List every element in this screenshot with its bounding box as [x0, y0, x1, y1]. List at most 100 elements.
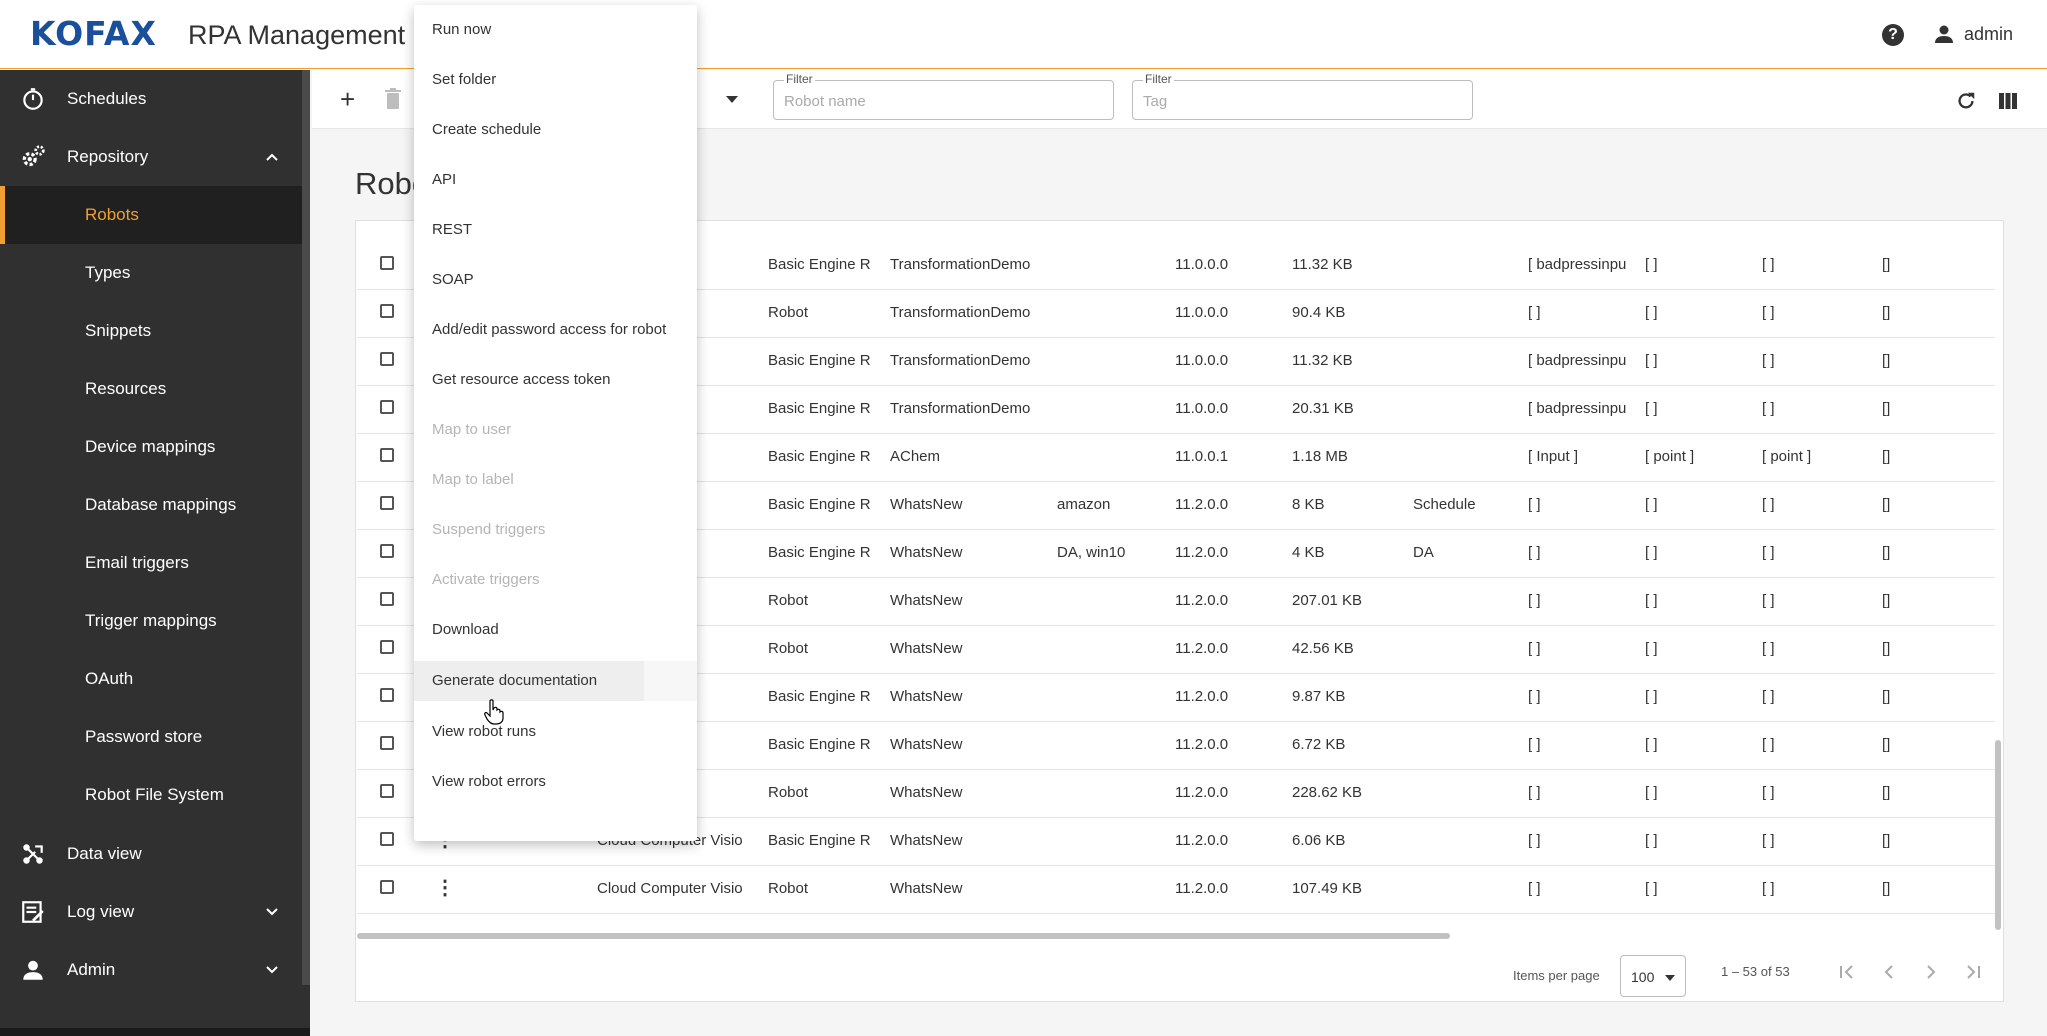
first-page-icon[interactable]	[1835, 960, 1859, 984]
sidebar-item-types[interactable]: Types	[0, 244, 302, 302]
filter-placeholder: Tag	[1143, 93, 1168, 110]
menu-item-rest[interactable]: REST	[414, 210, 697, 250]
menu-item-get-resource-access-token[interactable]: Get resource access token	[414, 360, 697, 400]
user-icon[interactable]	[1932, 22, 1956, 46]
sidebar-item-label: Email triggers	[85, 553, 189, 572]
sidebar-item-email-triggers[interactable]: Email triggers	[0, 534, 302, 592]
chevron-up-icon[interactable]	[263, 148, 281, 166]
row-checkbox[interactable]	[380, 448, 394, 462]
menu-item-generate-documentation[interactable]: Generate documentation	[414, 661, 697, 701]
robot-type-cell: Basic Engine R	[768, 832, 871, 849]
delete-icon[interactable]	[384, 88, 402, 110]
robot-type-cell: Basic Engine R	[768, 256, 871, 273]
row-checkbox[interactable]	[380, 784, 394, 798]
row-checkbox[interactable]	[380, 400, 394, 414]
row-checkbox[interactable]	[380, 352, 394, 366]
menu-item-api[interactable]: API	[414, 160, 697, 200]
size-cell: 228.62 KB	[1292, 784, 1363, 801]
sidebar-item-resources[interactable]: Resources	[0, 360, 302, 418]
horizontal-scroll-thumb[interactable]	[357, 933, 1450, 939]
size-cell: 90.4 KB	[1292, 304, 1346, 321]
row-checkbox[interactable]	[380, 592, 394, 606]
sidebar-item-label: Trigger mappings	[85, 611, 217, 630]
sidebar-item-data-view[interactable]: Data view	[0, 825, 302, 883]
menu-item-download[interactable]: Download	[414, 610, 697, 650]
menu-item-label: Generate documentation	[432, 672, 598, 689]
last-page-icon[interactable]	[1961, 960, 1985, 984]
project-cell: TransformationDemo	[890, 400, 1031, 417]
sidebar-item-snippets[interactable]: Snippets	[0, 302, 302, 360]
inputs-cell: [ badpressinpu	[1528, 352, 1627, 369]
table-row[interactable]: ⋮ Cloud Computer Visio Robot WhatsNew 11.2.0…	[357, 865, 1995, 914]
sidebar-item-oauth[interactable]: OAuth	[0, 650, 302, 708]
menu-item-create-schedule[interactable]: Create schedule	[414, 110, 697, 150]
app-header: KOFAX RPA Management C ? admin	[0, 0, 2047, 69]
tag-filter[interactable]: Filter Tag	[1132, 72, 1473, 120]
row-checkbox[interactable]	[380, 256, 394, 270]
sidebar-item-label: Types	[85, 263, 131, 282]
sidebar-item-device-mappings[interactable]: Device mappings	[0, 418, 302, 476]
row-checkbox[interactable]	[380, 496, 394, 510]
add-button[interactable]: +	[340, 86, 355, 112]
row-checkbox[interactable]	[380, 640, 394, 654]
sidebar-scrollbar[interactable]	[302, 70, 310, 985]
project-cell: WhatsNew	[890, 592, 963, 609]
taskbar-strip	[0, 1028, 310, 1036]
sidebar-item-robot-file-system[interactable]: Robot File System	[0, 766, 302, 824]
sidebar-item-database-mappings[interactable]: Database mappings	[0, 476, 302, 534]
outputs-cell: [ ]	[1645, 544, 1658, 561]
items-per-page-label: Items per page	[1513, 968, 1600, 983]
user-name[interactable]: admin	[1964, 24, 2013, 45]
extra-cell: []	[1882, 592, 1891, 609]
size-cell: 207.01 KB	[1292, 592, 1363, 609]
page-size-select[interactable]: 100	[1620, 955, 1686, 997]
previous-page-icon[interactable]	[1877, 960, 1901, 984]
project-cell: WhatsNew	[890, 544, 963, 561]
row-checkbox[interactable]	[380, 880, 394, 894]
columns-icon[interactable]	[1998, 91, 2018, 111]
outputs-cell: [ ]	[1645, 352, 1658, 369]
menu-item-add-edit-password-access-for-robot[interactable]: Add/edit password access for robot	[414, 310, 697, 350]
vertical-scroll-thumb[interactable]	[1995, 740, 2001, 930]
menu-item-run-now[interactable]: Run now	[414, 10, 697, 50]
outputs-cell: [ ]	[1645, 640, 1658, 657]
folder-dropdown-caret[interactable]	[726, 96, 738, 103]
next-page-icon[interactable]	[1919, 960, 1943, 984]
sidebar-item-schedules[interactable]: Schedules	[0, 70, 302, 128]
sidebar-item-log-view[interactable]: Log view	[0, 883, 302, 941]
outputs-cell: [ ]	[1645, 400, 1658, 417]
row-checkbox[interactable]	[380, 832, 394, 846]
inputs-cell: [ ]	[1528, 544, 1541, 561]
chevron-down-icon[interactable]	[263, 961, 281, 979]
sidebar-item-label: Password store	[85, 727, 203, 746]
robot-name-filter[interactable]: Filter Robot name	[773, 72, 1114, 120]
sidebar-item-label: Snippets	[85, 321, 152, 340]
menu-item-label: REST	[432, 221, 473, 238]
errors-cell: [ ]	[1762, 880, 1775, 897]
menu-item-view-robot-runs[interactable]: View robot runs	[414, 712, 697, 752]
help-icon[interactable]: ?	[1882, 24, 1904, 46]
row-checkbox[interactable]	[380, 544, 394, 558]
more-vert-icon[interactable]: ⋮	[435, 878, 455, 898]
sidebar-item-repository[interactable]: Repository	[0, 128, 302, 186]
menu-item-set-folder[interactable]: Set folder	[414, 60, 697, 100]
inputs-cell: [ ]	[1528, 496, 1541, 513]
sidebar-item-trigger-mappings[interactable]: Trigger mappings	[0, 592, 302, 650]
tags-cell: amazon	[1057, 496, 1111, 513]
chevron-down-icon[interactable]	[263, 903, 281, 921]
row-checkbox[interactable]	[380, 304, 394, 318]
errors-cell: [ ]	[1762, 304, 1775, 321]
inputs-cell: [ badpressinpu	[1528, 256, 1627, 273]
sidebar-item-password-store[interactable]: Password store	[0, 708, 302, 766]
sidebar-item-admin[interactable]: Admin	[0, 941, 302, 999]
row-checkbox[interactable]	[380, 688, 394, 702]
menu-item-soap[interactable]: SOAP	[414, 260, 697, 300]
refresh-icon[interactable]	[1955, 90, 1977, 112]
outputs-cell: [ ]	[1645, 496, 1658, 513]
stopwatch-icon	[23, 88, 43, 110]
sidebar-item-robots[interactable]: Robots	[0, 186, 302, 244]
row-checkbox[interactable]	[380, 736, 394, 750]
menu-item-view-robot-errors[interactable]: View robot errors	[414, 762, 697, 802]
project-cell: TransformationDemo	[890, 304, 1031, 321]
errors-cell: [ ]	[1762, 496, 1775, 513]
